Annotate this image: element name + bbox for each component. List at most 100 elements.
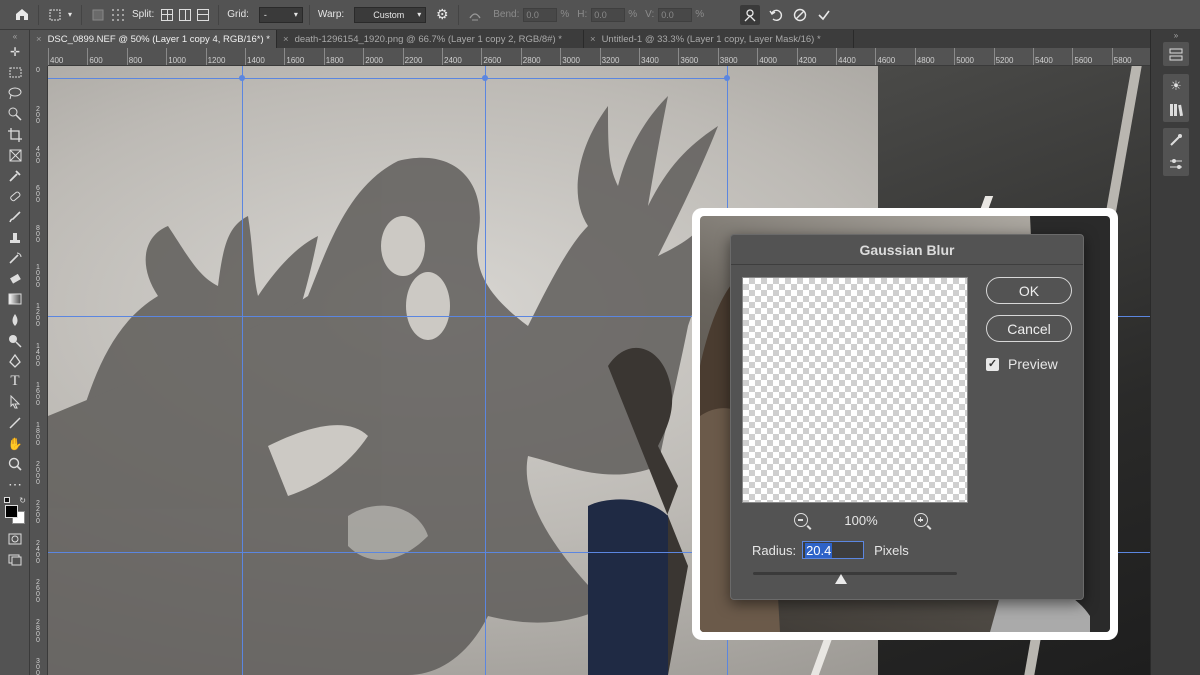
close-tab-icon[interactable]: × — [590, 34, 596, 45]
cancel-transform-icon[interactable] — [790, 5, 810, 25]
clone-stamp-tool-icon[interactable] — [0, 227, 30, 248]
ruler-tick — [363, 48, 365, 65]
vertical-ruler[interactable]: 0 200 400 600 800 1000 1200 1400 1600 1800 2000 220… — [30, 66, 48, 675]
zoom-in-icon[interactable] — [914, 513, 928, 527]
sun-adjustments-icon[interactable]: ☀ — [1163, 74, 1189, 98]
zoom-out-icon[interactable] — [794, 513, 808, 527]
guide-line[interactable] — [242, 66, 243, 675]
move-tool-icon[interactable]: ✛ — [0, 42, 30, 63]
split-vertical-icon[interactable] — [179, 8, 192, 21]
quick-mask-icon[interactable] — [0, 529, 30, 550]
ruler-tick — [442, 48, 443, 65]
close-tab-icon[interactable]: × — [36, 34, 42, 45]
pen-tool-icon[interactable] — [0, 351, 30, 372]
ruler-label: 1600 — [286, 56, 305, 65]
warp-handle[interactable] — [482, 75, 488, 81]
ruler-tick — [717, 48, 719, 65]
document-tabs: × DSC_0899.NEF @ 50% (Layer 1 copy 4, RGB… — [30, 30, 1150, 48]
warp-handle[interactable] — [239, 75, 245, 81]
transform-icon[interactable] — [45, 5, 65, 25]
preview-checkbox-row[interactable]: ✓ Preview — [986, 356, 1058, 372]
gear-icon[interactable]: ⚙ — [432, 5, 452, 25]
default-colors-icon[interactable] — [4, 497, 10, 504]
chevron-down-icon[interactable]: ▾ — [65, 5, 75, 25]
ruler-label: 4800 — [916, 56, 935, 65]
dodge-tool-icon[interactable] — [0, 330, 30, 351]
ruler-label: 600 — [89, 56, 103, 65]
grid-dots-icon[interactable] — [108, 5, 128, 25]
more-tools-icon[interactable]: ⋯ — [0, 474, 30, 495]
radius-slider-track[interactable] — [753, 572, 957, 575]
history-brush-tool-icon[interactable] — [0, 248, 30, 269]
marquee-tool-icon[interactable] — [0, 63, 30, 84]
filter-preview-area[interactable] — [742, 277, 968, 503]
tools-panel: « ✛ T ✋ ⋯ ↻ — [0, 30, 30, 675]
tab-dsc-0899[interactable]: × DSC_0899.NEF @ 50% (Layer 1 copy 4, RGB… — [30, 30, 277, 48]
commit-check-icon[interactable] — [814, 5, 834, 25]
foreground-color-swatch[interactable] — [5, 505, 18, 519]
crop-tool-icon[interactable] — [0, 124, 30, 145]
path-selection-tool-icon[interactable] — [0, 392, 30, 413]
ruler-label: 1600 — [36, 382, 40, 408]
layers-icon[interactable] — [1163, 42, 1189, 66]
properties-sliders-icon[interactable] — [1163, 152, 1189, 176]
hand-tool-icon[interactable]: ✋ — [0, 433, 30, 454]
frame-tool-icon[interactable] — [0, 145, 30, 166]
type-tool-icon[interactable]: T — [0, 372, 30, 393]
ruler-label: 5400 — [1035, 56, 1053, 65]
warp-handle[interactable] — [724, 75, 730, 81]
reference-point-icon[interactable] — [88, 5, 108, 25]
warp-dropdown[interactable]: Custom ▾ — [354, 6, 427, 23]
line-tool-icon[interactable] — [0, 413, 30, 434]
guide-line[interactable] — [48, 78, 728, 79]
puppet-warp-icon[interactable] — [740, 4, 761, 25]
eyedropper-tool-icon[interactable] — [0, 166, 30, 187]
warp-orientation-icon[interactable] — [465, 5, 485, 25]
ruler-tick — [87, 48, 89, 65]
warp-label: Warp: — [317, 9, 345, 20]
radius-slider-thumb[interactable] — [834, 574, 847, 584]
tab-untitled-1[interactable]: × Untitled-1 @ 33.3% (Layer 1 copy, Layer… — [584, 30, 854, 48]
bend-input[interactable]: 0.0 — [523, 7, 558, 22]
undo-icon[interactable] — [766, 5, 786, 25]
ok-button[interactable]: OK — [986, 277, 1072, 304]
cancel-button[interactable]: Cancel — [986, 315, 1072, 342]
ruler-label: 1000 — [36, 264, 40, 289]
quick-selection-tool-icon[interactable] — [0, 104, 30, 125]
dialog-title[interactable]: Gaussian Blur — [731, 235, 1083, 265]
collapse-panels-icon[interactable]: » — [1163, 30, 1189, 40]
ruler-label: 600 — [36, 185, 40, 205]
lasso-tool-icon[interactable] — [0, 83, 30, 104]
ruler-label: 2400 — [444, 56, 462, 65]
eraser-tool-icon[interactable] — [0, 269, 30, 290]
tab-death-png[interactable]: × death-1296154_1920.png @ 66.7% (Layer 1… — [277, 30, 584, 48]
ruler-origin[interactable] — [30, 48, 48, 66]
options-bar: ▾ Split: Grid: - ▾ Warp: Custom ▾ ⚙ Bend: … — [0, 0, 1200, 30]
healing-brush-tool-icon[interactable] — [0, 186, 30, 207]
bend-label: Bend: — [493, 9, 520, 20]
collapse-icon[interactable]: « — [0, 30, 30, 42]
ruler-label: 2200 — [36, 500, 40, 526]
h-input[interactable]: 0.0 — [591, 7, 626, 22]
brush-tool-icon[interactable] — [0, 207, 30, 228]
libraries-icon[interactable] — [1163, 98, 1189, 122]
split-horizontal-icon[interactable] — [197, 8, 210, 21]
zoom-tool-icon[interactable] — [0, 454, 30, 475]
color-swatches-icon[interactable]: ↻ — [0, 495, 30, 529]
preview-checkbox[interactable]: ✓ — [986, 357, 999, 371]
radius-input[interactable]: 20.4 — [802, 541, 865, 559]
panel-group — [1163, 42, 1189, 66]
gradient-tool-icon[interactable] — [0, 289, 30, 310]
brush-settings-icon[interactable] — [1163, 128, 1189, 152]
grid-dropdown[interactable]: - ▾ — [258, 6, 303, 23]
blur-tool-icon[interactable] — [0, 310, 30, 331]
screen-mode-icon[interactable] — [0, 550, 30, 571]
home-icon[interactable] — [12, 5, 32, 25]
v-input[interactable]: 0.0 — [658, 7, 693, 22]
guide-line[interactable] — [485, 66, 486, 675]
swap-colors-icon[interactable]: ↻ — [19, 496, 26, 505]
horizontal-ruler[interactable]: 400 600 800 1000 1200 1400 1600 1800 2000 2200 240… — [48, 48, 1150, 66]
close-tab-icon[interactable]: × — [283, 34, 289, 45]
split-cross-icon[interactable] — [161, 8, 174, 21]
radius-label: Radius: — [752, 542, 797, 558]
